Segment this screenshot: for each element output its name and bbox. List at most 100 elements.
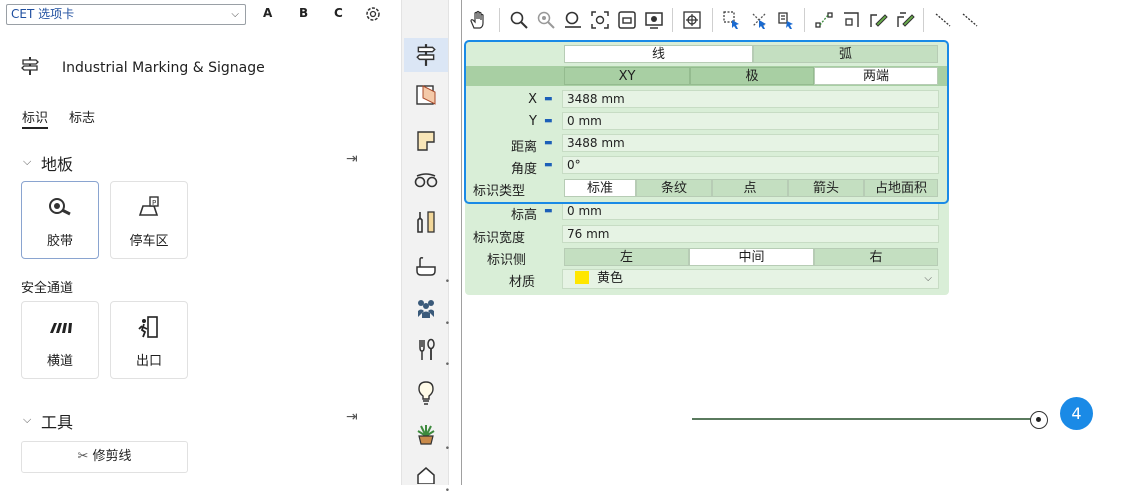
type-stripe[interactable]: 条纹 [636, 179, 712, 197]
exit-arrow-icon[interactable]: ⇥ [346, 151, 358, 167]
type-standard[interactable]: 标准 [564, 179, 636, 197]
glasses-category-button[interactable] [410, 170, 442, 204]
align-corner-icon[interactable] [841, 10, 861, 30]
tape-icon [49, 198, 71, 216]
lightbulb-icon [418, 381, 434, 405]
zoom-disabled-icon[interactable] [536, 10, 556, 30]
pan-hand-icon[interactable] [468, 10, 488, 30]
exit-tile[interactable]: 出口 [110, 301, 188, 379]
wall-category-button[interactable] [410, 84, 442, 118]
chevron-down-icon[interactable]: ⌵ [23, 155, 31, 169]
trim-line-button[interactable]: ✂ 修剪线 [21, 441, 188, 473]
signage-category-button[interactable] [404, 38, 448, 72]
select-icon[interactable] [722, 10, 742, 30]
tile-label: 出口 [135, 354, 162, 369]
angle-label: 角度 [510, 162, 537, 177]
deselect-icon[interactable] [749, 10, 769, 30]
side-center[interactable]: 中间 [689, 248, 814, 266]
x-field[interactable]: 3488 mm [562, 90, 939, 108]
signpost-icon [416, 44, 436, 66]
people-category-button[interactable]: • [410, 297, 450, 331]
height-label: 标高 [510, 208, 537, 223]
view-toolbar [462, 0, 1121, 40]
tape-tile[interactable]: 胶带 [21, 181, 99, 259]
coord-tab-endpoints[interactable]: 两端 [814, 67, 938, 85]
more-dot-icon: • [444, 360, 450, 370]
tile-label: 横道 [46, 354, 73, 369]
connect-points-icon[interactable] [814, 10, 834, 30]
select-list-icon[interactable] [776, 10, 796, 30]
angle-field[interactable]: 0° [562, 156, 939, 174]
coord-tab-polar[interactable]: 极 [690, 67, 814, 85]
zoom-selection-icon[interactable] [617, 10, 637, 30]
lock-icon[interactable]: ▬ [544, 94, 553, 104]
lock-icon[interactable]: ▬ [544, 138, 553, 148]
lock-icon[interactable]: ▬ [544, 160, 553, 170]
bathtub-icon [416, 257, 436, 276]
y-label: Y [529, 114, 537, 129]
zoom-extents-icon[interactable] [563, 10, 583, 30]
tab-marking[interactable]: 标识 [22, 107, 49, 129]
zoom-screen-icon[interactable] [644, 10, 664, 30]
side-label: 标识侧 [487, 253, 527, 268]
crosswalk-tile[interactable]: 横道 [21, 301, 99, 379]
marking-line[interactable] [692, 418, 1032, 420]
tile-label: 停车区 [129, 234, 169, 249]
section-tools-title[interactable]: 工具 [41, 409, 73, 433]
tools-category-button[interactable] [410, 210, 442, 244]
room-category-button[interactable] [410, 130, 442, 164]
exit-arrow-icon[interactable]: ⇥ [346, 409, 358, 425]
properties-panel: 线 弧 XY 极 两端 X ▬ 3488 mm Y ▬ 0 mm 距离 ▬ 34… [465, 41, 949, 295]
kitchen-category-button[interactable]: • [410, 338, 450, 372]
line-tool-icon[interactable] [933, 10, 953, 30]
edit-multi-icon[interactable] [895, 10, 915, 30]
letter-button-b[interactable]: B [299, 6, 308, 20]
signpost-icon [21, 57, 39, 75]
material-label: 材质 [509, 275, 536, 290]
mode-tab-arc[interactable]: 弧 [753, 45, 938, 63]
subsection-aisle-title: 安全通道 [21, 281, 74, 296]
letter-button-c[interactable]: C [334, 6, 343, 20]
parking-tile[interactable]: P 停车区 [110, 181, 188, 259]
width-field[interactable]: 76 mm [562, 225, 939, 243]
lock-icon[interactable]: ▬ [544, 116, 553, 126]
wrench-ruler-icon [417, 211, 435, 233]
toolbar-separator [672, 8, 673, 32]
bath-category-button[interactable]: • [410, 255, 450, 289]
tab-sign[interactable]: 标志 [69, 107, 95, 126]
y-field[interactable]: 0 mm [562, 112, 939, 130]
section-floor-title[interactable]: 地板 [41, 151, 73, 175]
house-icon [417, 467, 435, 485]
type-dot[interactable]: 点 [712, 179, 788, 197]
letter-button-a[interactable]: A [263, 6, 272, 20]
height-field[interactable]: 0 mm [562, 202, 939, 220]
svg-text:P: P [152, 199, 156, 207]
line-endpoint-handle[interactable] [1030, 411, 1048, 429]
center-target-icon[interactable] [682, 10, 702, 30]
home-category-button[interactable]: • [410, 464, 450, 498]
settings-gear-icon[interactable] [364, 5, 382, 23]
side-right[interactable]: 右 [814, 248, 938, 266]
parking-icon: P [138, 196, 159, 216]
zoom-window-icon[interactable] [590, 10, 610, 30]
people-icon [418, 300, 434, 318]
plants-category-button[interactable]: • [410, 422, 450, 456]
material-select[interactable]: 黄色 ⌵ [562, 269, 939, 289]
tab-selector[interactable]: CET 选项卡 ⌵ [6, 4, 246, 25]
chevron-down-icon[interactable]: ⌵ [23, 413, 31, 427]
line-tool-alt-icon[interactable] [960, 10, 980, 30]
lighting-category-button[interactable] [410, 380, 442, 414]
type-arrow[interactable]: 箭头 [788, 179, 864, 197]
zoom-icon[interactable] [509, 10, 529, 30]
distance-field[interactable]: 3488 mm [562, 134, 939, 152]
edit-shape-icon[interactable] [868, 10, 888, 30]
toolbar-separator [923, 8, 924, 32]
mode-tab-line[interactable]: 线 [564, 45, 753, 63]
toolbar-separator [712, 8, 713, 32]
category-strip: • • • • • [401, 0, 450, 496]
left-panel: CET 选项卡 ⌵ A B C Industrial Marking & Sig… [0, 0, 399, 485]
type-footprint[interactable]: 占地面积 [864, 179, 938, 197]
side-left[interactable]: 左 [564, 248, 689, 266]
coord-tab-xy[interactable]: XY [564, 67, 690, 85]
lock-icon[interactable]: ▬ [544, 206, 553, 216]
